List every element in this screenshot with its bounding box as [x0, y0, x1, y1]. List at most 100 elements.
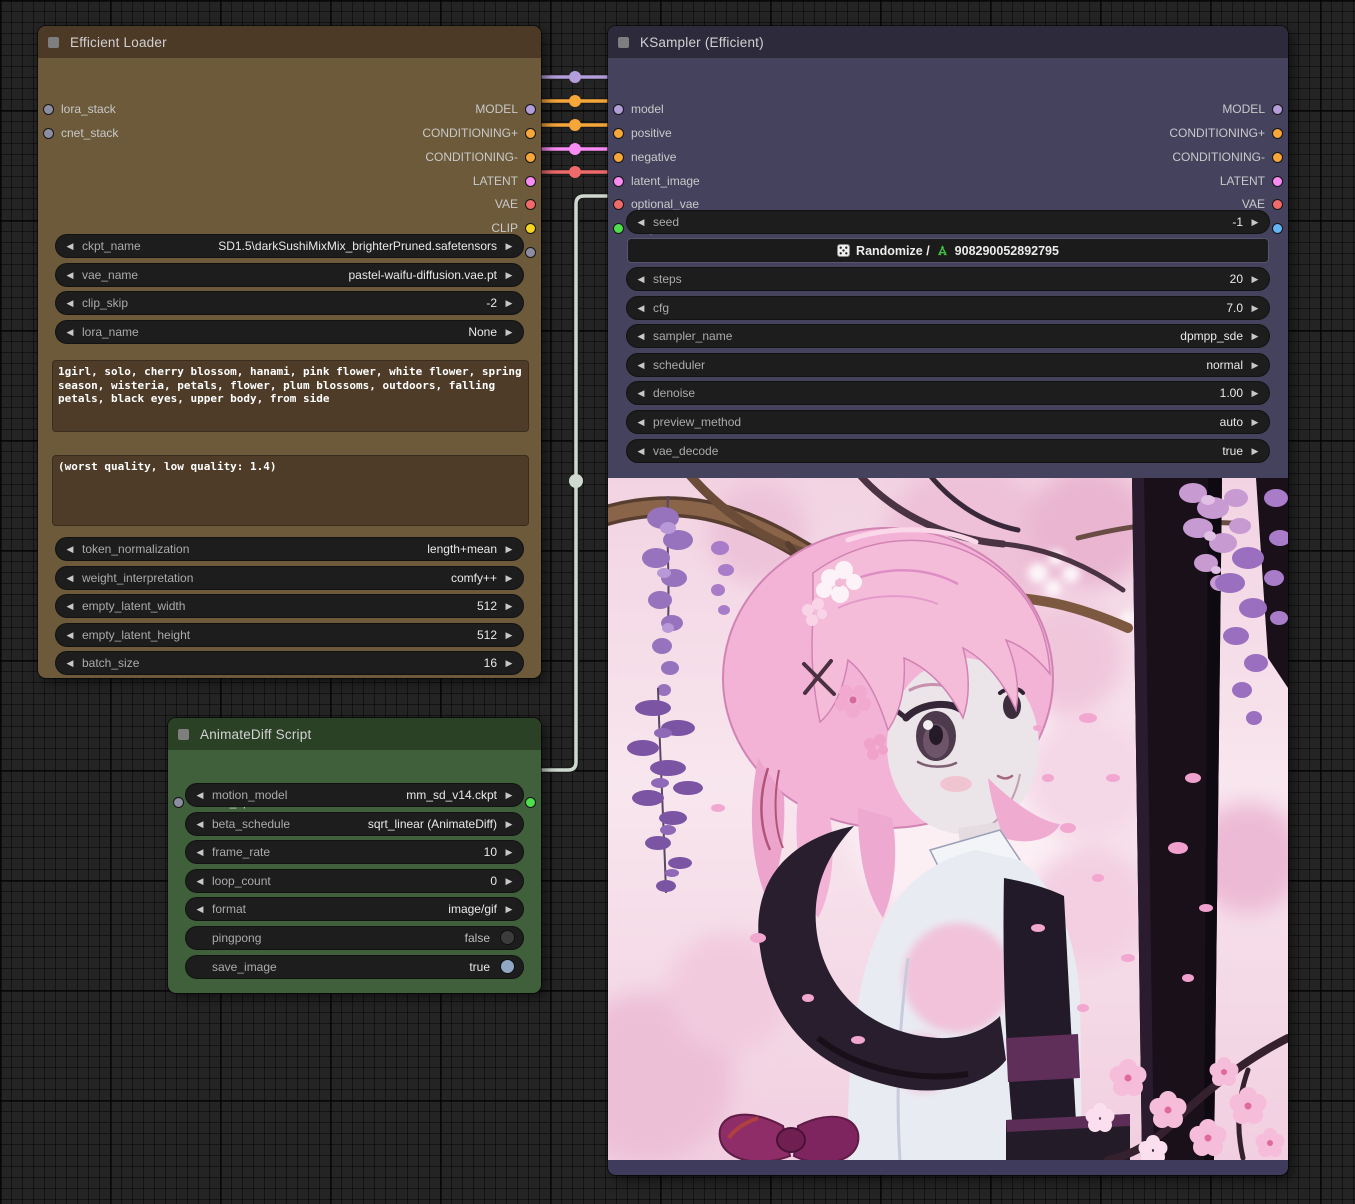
port-dot[interactable] [525, 152, 536, 163]
next-arrow-icon[interactable]: ▶ [503, 813, 515, 835]
input-port-model[interactable]: model [613, 102, 664, 116]
output-port-vae[interactable]: VAE [1242, 197, 1283, 211]
output-port-latent[interactable]: LATENT [1220, 174, 1283, 188]
next-arrow-icon[interactable]: ▶ [1249, 325, 1261, 347]
toggle-pingpong[interactable]: ◀ pingpong false [186, 927, 523, 949]
next-arrow-icon[interactable]: ▶ [503, 870, 515, 892]
next-arrow-icon[interactable]: ▶ [503, 624, 515, 646]
prev-arrow-icon[interactable]: ◀ [194, 784, 206, 806]
next-arrow-icon[interactable]: ▶ [503, 292, 515, 314]
widget-ckpt-name[interactable]: ◀ ckpt_name SD1.5\darkSushiMixMix_bright… [56, 235, 523, 257]
widget-loop-count[interactable]: ◀ loop_count 0 ▶ [186, 870, 523, 892]
collapse-box-icon[interactable] [48, 37, 59, 48]
input-port-lora-stack[interactable]: lora_stack [43, 102, 116, 116]
widget-scheduler[interactable]: ◀ scheduler normal ▶ [627, 354, 1269, 376]
port-dot[interactable] [43, 104, 54, 115]
widget-motion-model[interactable]: ◀ motion_model mm_sd_v14.ckpt ▶ [186, 784, 523, 806]
port-dot[interactable] [613, 199, 624, 210]
output-port-vae[interactable]: VAE [495, 197, 536, 211]
widget-steps[interactable]: ◀ steps 20 ▶ [627, 268, 1269, 290]
prev-arrow-icon[interactable]: ◀ [64, 595, 76, 617]
port-dot[interactable] [1272, 128, 1283, 139]
port-dot[interactable] [525, 247, 536, 258]
prev-arrow-icon[interactable]: ◀ [635, 354, 647, 376]
widget-clip-skip[interactable]: ◀ clip_skip -2 ▶ [56, 292, 523, 314]
next-arrow-icon[interactable]: ▶ [503, 538, 515, 560]
input-port-optional-vae[interactable]: optional_vae [613, 197, 699, 211]
widget-beta-schedule[interactable]: ◀ beta_schedule sqrt_linear (AnimateDiff… [186, 813, 523, 835]
prev-arrow-icon[interactable]: ◀ [64, 321, 76, 343]
prev-arrow-icon[interactable]: ◀ [64, 567, 76, 589]
next-arrow-icon[interactable]: ▶ [1249, 354, 1261, 376]
widget-lora-name[interactable]: ◀ lora_name None ▶ [56, 321, 523, 343]
widget-denoise[interactable]: ◀ denoise 1.00 ▶ [627, 382, 1269, 404]
port-dot[interactable] [525, 176, 536, 187]
next-arrow-icon[interactable]: ▶ [1249, 268, 1261, 290]
input-port-cnet-stack[interactable]: cnet_stack [43, 126, 118, 140]
next-arrow-icon[interactable]: ▶ [503, 784, 515, 806]
port-dot[interactable] [613, 152, 624, 163]
next-arrow-icon[interactable]: ▶ [503, 595, 515, 617]
input-port-latent-image[interactable]: latent_image [613, 174, 700, 188]
next-arrow-icon[interactable]: ▶ [503, 652, 515, 674]
widget-sampler-name[interactable]: ◀ sampler_name dpmpp_sde ▶ [627, 325, 1269, 347]
port-dot[interactable] [525, 128, 536, 139]
node-header[interactable]: AnimateDiff Script [168, 718, 541, 750]
prev-arrow-icon[interactable]: ◀ [635, 297, 647, 319]
negative-prompt-textarea[interactable]: (worst quality, low quality: 1.4) [52, 455, 529, 526]
prev-arrow-icon[interactable]: ◀ [635, 440, 647, 462]
widget-frame-rate[interactable]: ◀ frame_rate 10 ▶ [186, 841, 523, 863]
port-dot[interactable] [525, 223, 536, 234]
port-dot[interactable] [1272, 176, 1283, 187]
widget-seed[interactable]: ◀ seed -1 ▶ [627, 211, 1269, 233]
prev-arrow-icon[interactable]: ◀ [635, 211, 647, 233]
port-dot[interactable] [173, 797, 184, 808]
next-arrow-icon[interactable]: ▶ [1249, 211, 1261, 233]
port-dot[interactable] [613, 104, 624, 115]
positive-prompt-textarea[interactable]: 1girl, solo, cherry blossom, hanami, pin… [52, 360, 529, 432]
toggle-dot[interactable] [500, 930, 515, 945]
prev-arrow-icon[interactable]: ◀ [194, 898, 206, 920]
widget-token-normalization[interactable]: ◀ token_normalization length+mean ▶ [56, 538, 523, 560]
port-dot[interactable] [525, 104, 536, 115]
node-header[interactable]: KSampler (Efficient) [608, 26, 1288, 58]
prev-arrow-icon[interactable]: ◀ [64, 652, 76, 674]
next-arrow-icon[interactable]: ▶ [503, 567, 515, 589]
port-dot[interactable] [613, 223, 624, 234]
collapse-box-icon[interactable] [178, 729, 189, 740]
node-efficient-loader[interactable]: Efficient Loader lora_stack cnet_stack M… [38, 26, 541, 678]
next-arrow-icon[interactable]: ▶ [503, 841, 515, 863]
output-port-model[interactable]: MODEL [475, 102, 536, 116]
widget-weight-interpretation[interactable]: ◀ weight_interpretation comfy++ ▶ [56, 567, 523, 589]
toggle-dot[interactable] [500, 959, 515, 974]
widget-vae-decode[interactable]: ◀ vae_decode true ▶ [627, 440, 1269, 462]
next-arrow-icon[interactable]: ▶ [503, 321, 515, 343]
prev-arrow-icon[interactable]: ◀ [64, 538, 76, 560]
port-dot[interactable] [1272, 199, 1283, 210]
prev-arrow-icon[interactable]: ◀ [635, 411, 647, 433]
output-port-conditioning-minus[interactable]: CONDITIONING- [425, 150, 536, 164]
node-graph-canvas[interactable]: Efficient Loader lora_stack cnet_stack M… [0, 0, 1355, 1204]
randomize-seed-button[interactable]: Randomize / 908290052892795 [627, 238, 1269, 263]
input-port-negative[interactable]: negative [613, 150, 676, 164]
output-port-latent[interactable]: LATENT [473, 174, 536, 188]
widget-empty-latent-height[interactable]: ◀ empty_latent_height 512 ▶ [56, 624, 523, 646]
prev-arrow-icon[interactable]: ◀ [64, 624, 76, 646]
prev-arrow-icon[interactable]: ◀ [64, 235, 76, 257]
prev-arrow-icon[interactable]: ◀ [194, 813, 206, 835]
output-port-conditioning-plus[interactable]: CONDITIONING+ [422, 126, 536, 140]
port-dot[interactable] [613, 176, 624, 187]
prev-arrow-icon[interactable]: ◀ [64, 264, 76, 286]
widget-cfg[interactable]: ◀ cfg 7.0 ▶ [627, 297, 1269, 319]
prev-arrow-icon[interactable]: ◀ [635, 325, 647, 347]
prev-arrow-icon[interactable]: ◀ [194, 870, 206, 892]
node-animatediff-script[interactable]: AnimateDiff Script context_options SCRIP… [168, 718, 541, 993]
port-dot[interactable] [1272, 104, 1283, 115]
widget-empty-latent-width[interactable]: ◀ empty_latent_width 512 ▶ [56, 595, 523, 617]
next-arrow-icon[interactable]: ▶ [1249, 382, 1261, 404]
prev-arrow-icon[interactable]: ◀ [64, 292, 76, 314]
node-ksampler-efficient[interactable]: KSampler (Efficient) model positive nega… [608, 26, 1288, 1175]
prev-arrow-icon[interactable]: ◀ [635, 382, 647, 404]
widget-format[interactable]: ◀ format image/gif ▶ [186, 898, 523, 920]
output-port-conditioning-minus[interactable]: CONDITIONING- [1172, 150, 1283, 164]
